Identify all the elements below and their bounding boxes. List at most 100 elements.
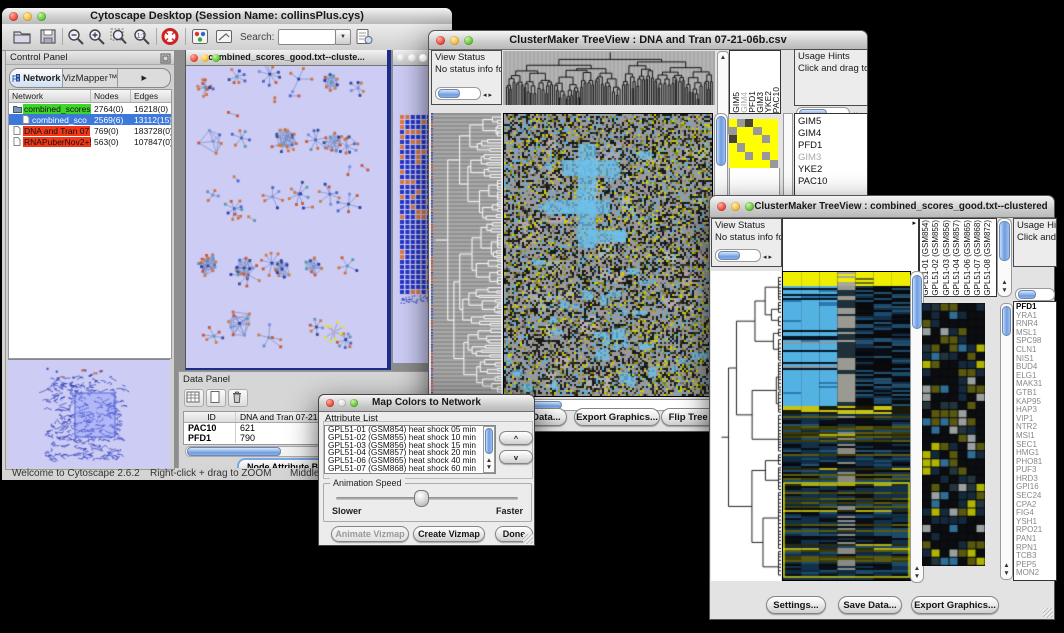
zoom-button[interactable]	[37, 12, 46, 21]
move-down-button[interactable]: v	[499, 450, 533, 464]
map-dialog-titlebar[interactable]: Map Colors to Network	[319, 395, 534, 412]
network-row[interactable]: combined_scores2764(0)16218(0)	[9, 103, 171, 114]
tv1-button-export-graphics-[interactable]: Export Graphics...	[574, 408, 660, 426]
minimize-button[interactable]	[338, 399, 346, 407]
splitter-arrow[interactable]: ▸	[912, 219, 916, 227]
close-button[interactable]	[397, 54, 405, 62]
attribute-item[interactable]: GPL51-07 (GSM868) heat shock 60 min	[325, 465, 495, 473]
tv2-button-settings-[interactable]: Settings...	[766, 596, 826, 614]
network-row[interactable]: combined_sco2569(6)13112(15)	[9, 114, 171, 125]
dialog-button-animate-vizmap[interactable]: Animate Vizmap	[331, 526, 409, 542]
tv1-column-dendrogram[interactable]	[503, 51, 715, 105]
tv1-row-dendrogram[interactable]	[431, 113, 501, 395]
tv2-zoom-heatmap[interactable]	[922, 303, 985, 566]
treeview1-titlebar[interactable]: ClusterMaker TreeView : DNA and Tran 07-…	[429, 31, 867, 50]
zoom-in-icon[interactable]	[87, 27, 107, 46]
minimize-button[interactable]	[450, 36, 459, 45]
gene-label[interactable]: GIM3	[798, 152, 867, 164]
gene-label[interactable]: GIM5	[798, 116, 867, 128]
new-attribute-icon[interactable]	[206, 389, 226, 407]
column-label[interactable]: GPL51-06 (GSM865)	[963, 220, 973, 296]
col-edges[interactable]: Edges	[131, 90, 171, 102]
network-frame-1[interactable]: combined_scores_good.txt--cluste...	[185, 50, 391, 370]
network-overview[interactable]	[8, 359, 170, 468]
search-input[interactable]	[278, 29, 336, 45]
window-controls	[9, 12, 46, 21]
help-icon[interactable]	[160, 27, 180, 46]
column-label[interactable]: GPL51-02 (GSM855)	[931, 220, 941, 296]
column-label[interactable]: GPL51-04 (GSM857)	[952, 220, 962, 296]
network-view[interactable]	[186, 66, 382, 366]
tv2-zoom-vscrollbar[interactable]: ▲▼	[1000, 303, 1013, 580]
dialog-button-create-vizmap[interactable]: Create Vizmap	[413, 526, 485, 542]
gene-label[interactable]: GIM4	[798, 128, 867, 140]
vizmapper-icon[interactable]	[190, 27, 210, 46]
zoom-button[interactable]	[212, 54, 220, 62]
zoom-button[interactable]	[350, 399, 358, 407]
resize-grip[interactable]	[523, 534, 533, 544]
tv2-labels-vscrollbar[interactable]: ▲▼	[997, 218, 1012, 297]
gene-label[interactable]: PFD1	[798, 140, 867, 152]
tv2-status-scrollbar[interactable]	[715, 249, 761, 262]
move-up-button[interactable]: ^	[499, 431, 533, 445]
tv1-status-scrollbar[interactable]	[435, 87, 481, 100]
network-row[interactable]: DNA and Tran 07769(0)183728(0)	[9, 125, 171, 136]
zoom-button[interactable]	[464, 36, 473, 45]
tab-vizmapper[interactable]: VizMapper™	[63, 69, 118, 87]
gene-label[interactable]: YKE2	[798, 164, 867, 176]
matrix-cell	[729, 152, 737, 160]
minimize-button[interactable]	[408, 54, 416, 62]
column-label[interactable]: GPL51-08 (GSM872)	[983, 220, 993, 296]
network-row[interactable]: RNAPuberNov2+!563(0)107847(0)	[9, 136, 171, 147]
zoom-button[interactable]	[419, 54, 427, 62]
delete-attribute-icon[interactable]	[228, 389, 248, 407]
speed-slider-thumb[interactable]	[414, 490, 429, 507]
annotation-icon[interactable]	[214, 27, 234, 46]
search-options-icon[interactable]	[354, 27, 374, 46]
scroll-arrows[interactable]: ◂▸	[483, 90, 494, 101]
tv2-usage-scrollbar[interactable]	[1015, 288, 1055, 301]
search-dropdown-arrow[interactable]: ▼	[335, 29, 351, 45]
attribute-select-icon[interactable]	[184, 389, 204, 407]
tv2-button-export-graphics-[interactable]: Export Graphics...	[911, 596, 999, 614]
minimize-button[interactable]	[731, 202, 740, 211]
zoom-out-icon[interactable]	[66, 27, 86, 46]
float-panel-icon[interactable]	[160, 53, 171, 64]
tab-overflow-arrow[interactable]: ▶	[117, 69, 170, 87]
col-nodes[interactable]: Nodes	[91, 90, 131, 102]
cytoscape-titlebar[interactable]: Cytoscape Desktop (Session Name: collins…	[2, 8, 452, 25]
close-button[interactable]	[326, 399, 334, 407]
zoom-fit-icon[interactable]: 1:1	[132, 27, 152, 46]
network-frame-1-titlebar[interactable]: combined_scores_good.txt--cluste...	[186, 50, 387, 66]
close-button[interactable]	[9, 12, 18, 21]
attribute-list[interactable]: GPL51-01 (GSM854) heat shock 05 minGPL51…	[324, 425, 496, 474]
treeview2-titlebar[interactable]: ClusterMaker TreeView : combined_scores_…	[710, 196, 1054, 218]
column-label[interactable]: GPL51-03 (GSM856)	[942, 220, 952, 296]
gene-label[interactable]: MON2	[1016, 569, 1056, 578]
column-label[interactable]: GPL51-07 (GSM868)	[973, 220, 983, 296]
close-button[interactable]	[436, 36, 445, 45]
matrix-cell	[737, 160, 745, 168]
gene-label[interactable]: PAC10	[798, 176, 867, 188]
zoom-button[interactable]	[745, 202, 754, 211]
col-network[interactable]: Network	[9, 90, 91, 102]
matrix-cell	[729, 119, 737, 127]
zoom-selected-icon[interactable]	[109, 27, 129, 46]
scroll-arrows[interactable]: ◂▸	[763, 252, 774, 263]
open-file-icon[interactable]	[12, 27, 32, 46]
data-col-id[interactable]: ID	[184, 412, 236, 422]
save-icon[interactable]	[38, 27, 58, 46]
tv1-heatmap[interactable]	[503, 113, 713, 397]
minimize-button[interactable]	[23, 12, 32, 21]
tv2-row-dendrogram[interactable]	[711, 271, 781, 581]
map-colors-dialog: Map Colors to Network Attribute List GPL…	[318, 394, 535, 546]
resize-grip[interactable]	[1043, 608, 1053, 618]
tab-network[interactable]: Network	[10, 69, 63, 87]
tv1-zoom-matrix[interactable]	[729, 119, 778, 168]
minimize-button[interactable]	[201, 54, 209, 62]
close-button[interactable]	[190, 54, 198, 62]
tv2-button-save-data-[interactable]: Save Data...	[838, 596, 902, 614]
column-label[interactable]: PAC10	[772, 87, 780, 113]
tv2-heatmap[interactable]	[782, 271, 911, 581]
close-button[interactable]	[717, 202, 726, 211]
